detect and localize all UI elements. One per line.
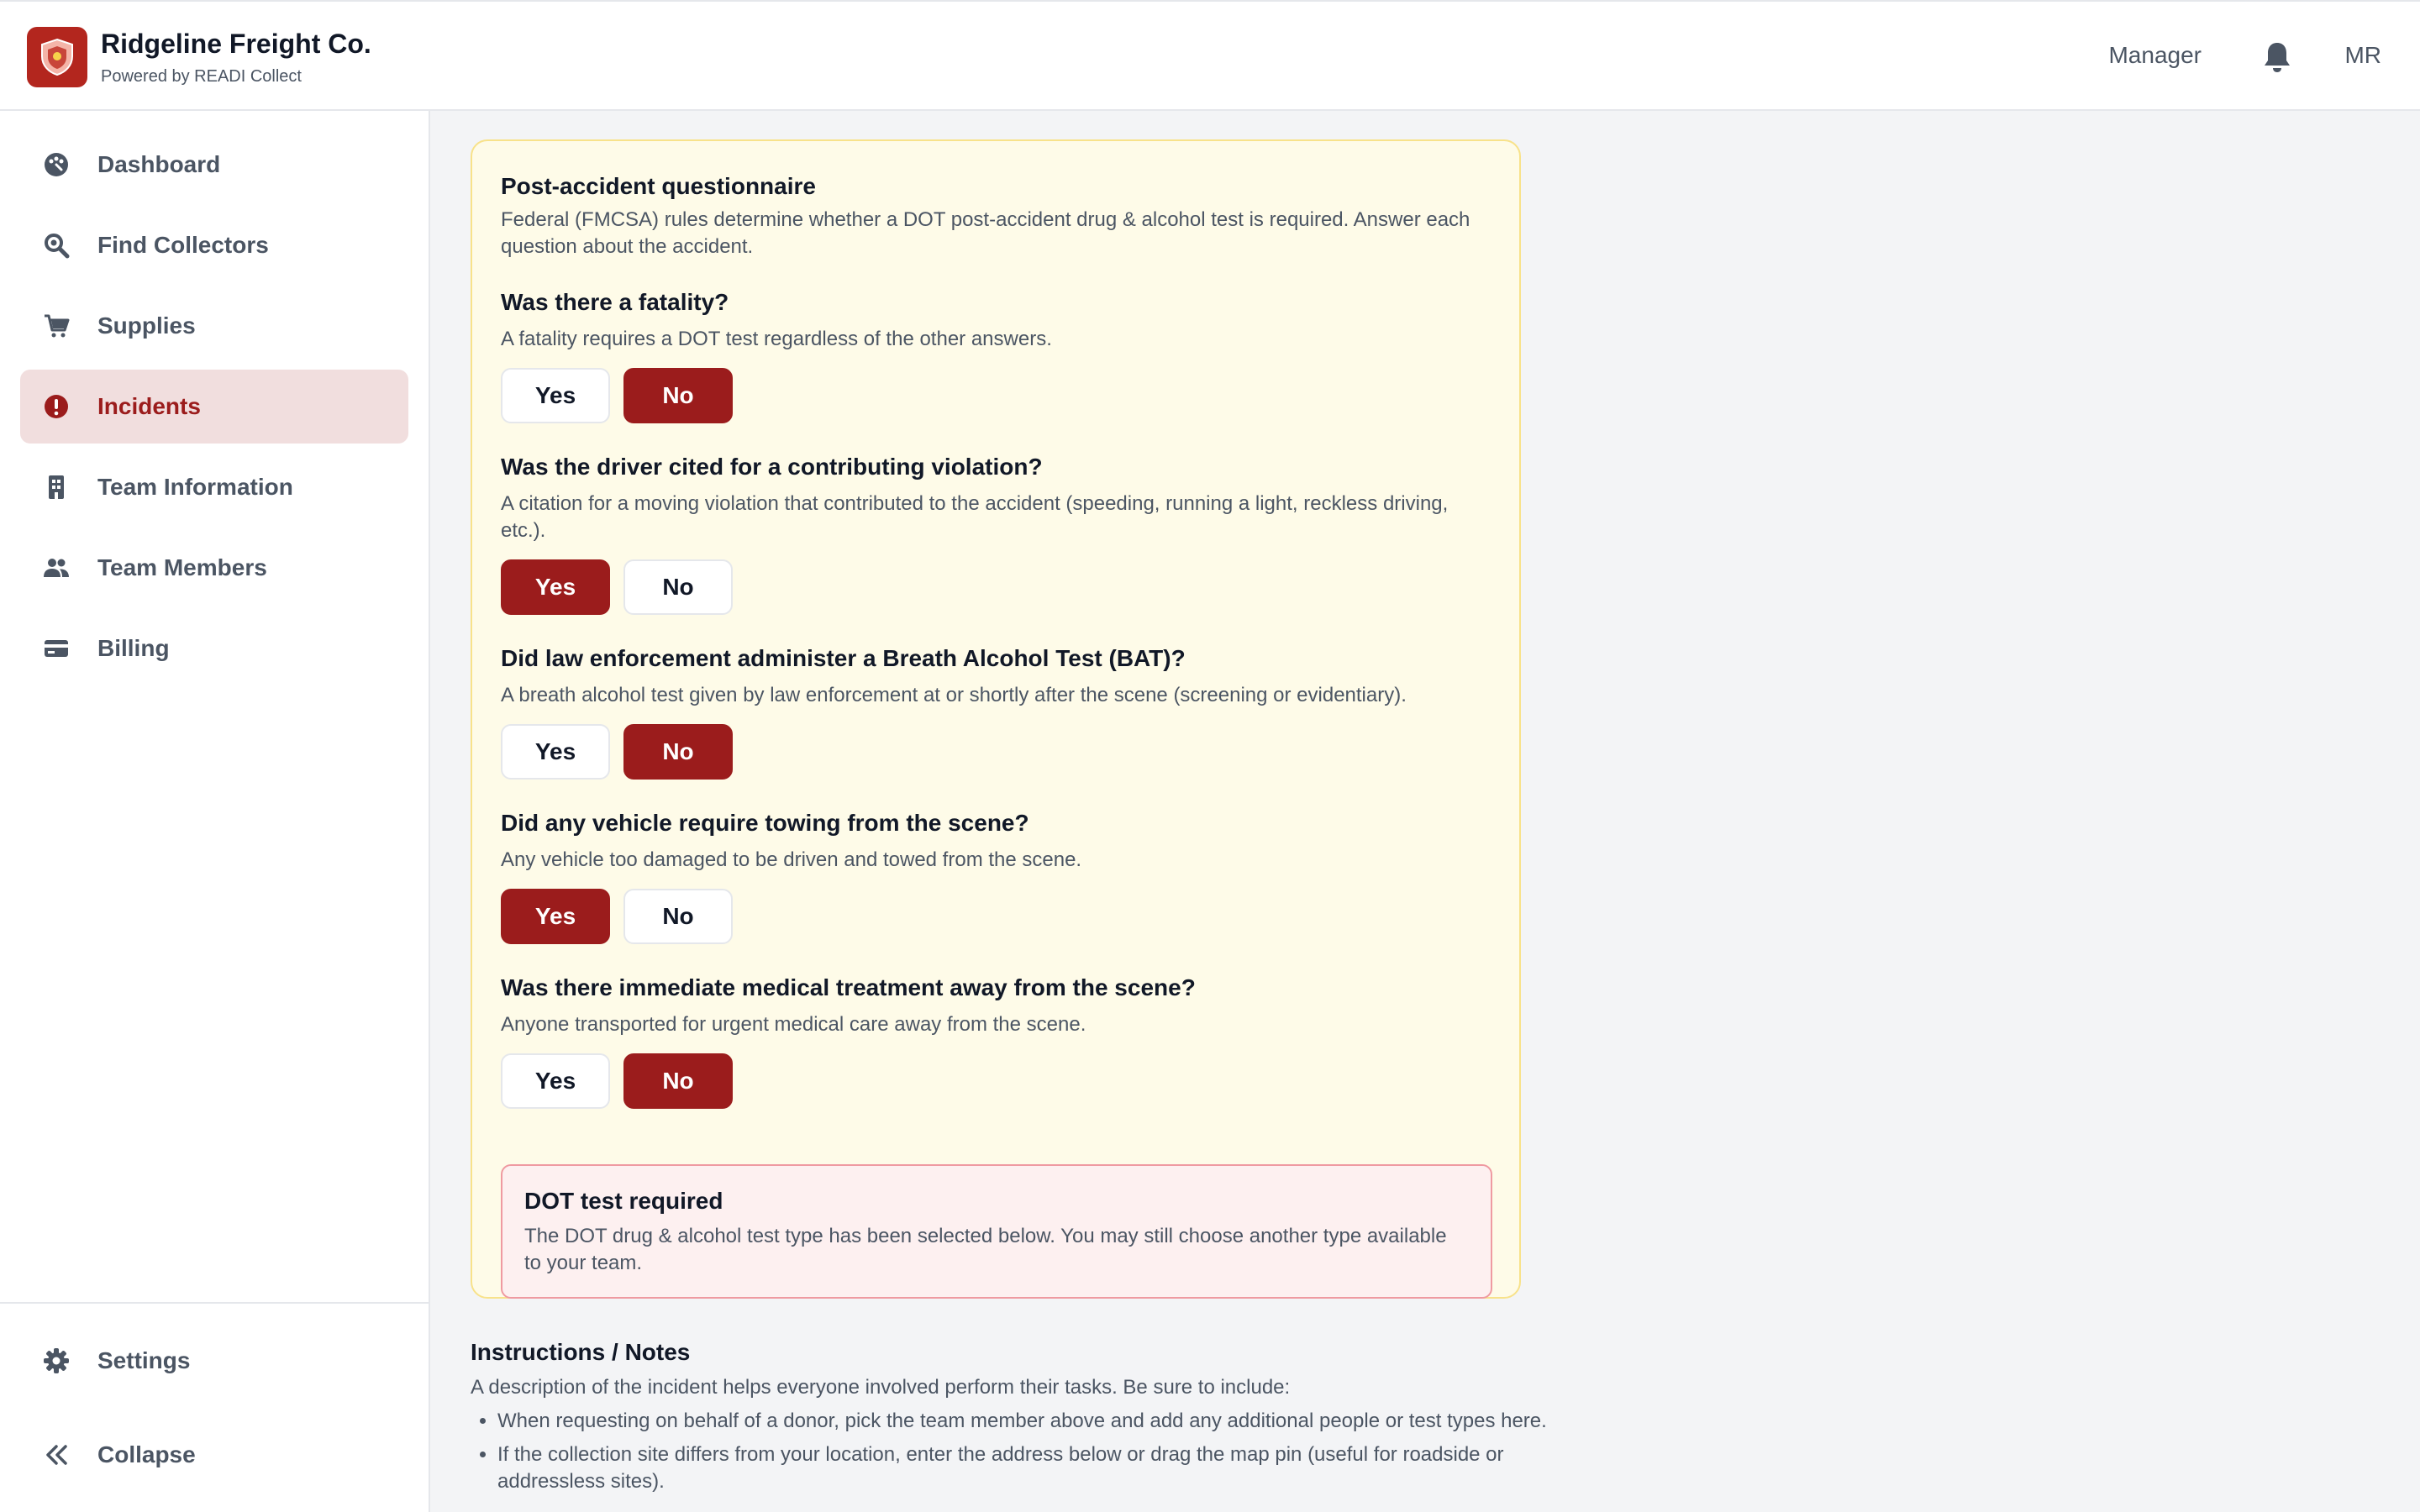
alert-text: The DOT drug & alcohol test type has bee… [524,1225,1447,1274]
sidebar-item-label: Find Collectors [97,232,269,258]
alert-title: DOT test required [524,1188,723,1214]
palette-icon [42,150,71,179]
question-towing: Did any vehicle require towing from the … [501,808,1492,944]
answer-no-button[interactable]: No [623,559,733,615]
answer-yes-button[interactable]: Yes [501,724,610,780]
answer-yes-button[interactable]: Yes [501,889,610,944]
answer-no-button[interactable]: No [623,368,733,423]
notes-description: A description of the incident helps ever… [471,1376,1291,1399]
double-chevron-left-icon [42,1441,71,1469]
sidebar-divider [0,1302,429,1304]
sidebar-item-label: Supplies [97,312,196,339]
sidebar-item-supplies[interactable]: Supplies [20,289,408,363]
questionnaire-description: Federal (FMCSA) rules determine whether … [501,208,1470,258]
question-breath-alcohol-test: Did law enforcement administer a Breath … [501,643,1492,780]
answer-yes-button[interactable]: Yes [501,559,610,615]
sidebar-item-label: Dashboard [97,151,221,177]
notes-title: Instructions / Notes [471,1339,691,1365]
shield-icon [41,38,73,76]
sidebar-item-settings[interactable]: Settings [20,1324,408,1398]
answer-no-button[interactable]: No [623,724,733,780]
sidebar-item-label: Incidents [97,393,201,419]
sidebar-item-team-information[interactable]: Team Information [20,450,408,524]
users-icon [42,554,71,582]
question-title: Was the driver cited for a contributing … [501,454,1043,480]
sidebar-item-label: Settings [97,1347,191,1373]
question-fatality: Was there a fatality? A fatality require… [501,287,1492,423]
sidebar-item-label: Collapse [97,1441,196,1467]
question-help: A breath alcohol test given by law enfor… [501,684,1407,706]
alert-icon [42,392,71,421]
questionnaire-title: Post-accident questionnaire [501,173,816,199]
sidebar-item-label: Billing [97,635,170,661]
question-help: Any vehicle too damaged to be driven and… [501,848,1082,871]
sidebar-collapse-button[interactable]: Collapse [20,1418,408,1492]
gear-icon [42,1347,71,1375]
sidebar-item-label: Team Members [97,554,267,580]
brand-subtitle: Powered by READI Collect [101,67,302,86]
sidebar: Dashboard Find Collectors Supplies Incid… [0,111,430,1512]
question-title: Did law enforcement administer a Breath … [501,645,1186,671]
post-accident-questionnaire: Post-accident questionnaire Federal (FMC… [471,139,1521,1299]
list-item: When requesting on behalf of a donor, pi… [497,1408,1597,1435]
search-icon [42,231,71,260]
sidebar-item-label: Team Information [97,474,293,500]
answer-yes-button[interactable]: Yes [501,368,610,423]
instructions-notes-section: Instructions / Notes A description of th… [471,1339,1597,1502]
sidebar-item-find-collectors[interactable]: Find Collectors [20,208,408,282]
answer-no-button[interactable]: No [623,889,733,944]
brand-title: Ridgeline Freight Co. [101,29,371,59]
sidebar-item-team-members[interactable]: Team Members [20,531,408,605]
question-title: Did any vehicle require towing from the … [501,810,1029,836]
credit-card-icon [42,634,71,663]
answer-yes-button[interactable]: Yes [501,1053,610,1109]
sidebar-item-incidents[interactable]: Incidents [20,370,408,444]
sidebar-item-billing[interactable]: Billing [20,612,408,685]
question-help: Anyone transported for urgent medical ca… [501,1013,1086,1036]
question-medical-treatment: Was there immediate medical treatment aw… [501,973,1492,1109]
brand-logo[interactable] [27,27,87,87]
question-title: Was there a fatality? [501,289,729,315]
main-content: Post-accident questionnaire Federal (FMC… [430,113,2420,1512]
user-role[interactable]: Manager [2108,42,2202,69]
question-help: A citation for a moving violation that c… [501,492,1449,542]
notes-list: When requesting on behalf of a donor, pi… [471,1408,1597,1495]
sidebar-item-dashboard[interactable]: Dashboard [20,128,408,202]
building-icon [42,473,71,501]
question-citation: Was the driver cited for a contributing … [501,452,1492,615]
user-avatar[interactable]: MR [2344,42,2381,69]
list-item: If the collection site differs from your… [497,1441,1597,1495]
dot-test-required-alert: DOT test required The DOT drug & alcohol… [501,1164,1492,1299]
top-header: Ridgeline Freight Co. Powered by READI C… [0,0,2420,111]
cart-icon [42,312,71,340]
question-title: Was there immediate medical treatment aw… [501,974,1196,1000]
question-help: A fatality requires a DOT test regardles… [501,328,1052,350]
notification-bell-icon[interactable] [2262,40,2292,74]
answer-no-button[interactable]: No [623,1053,733,1109]
